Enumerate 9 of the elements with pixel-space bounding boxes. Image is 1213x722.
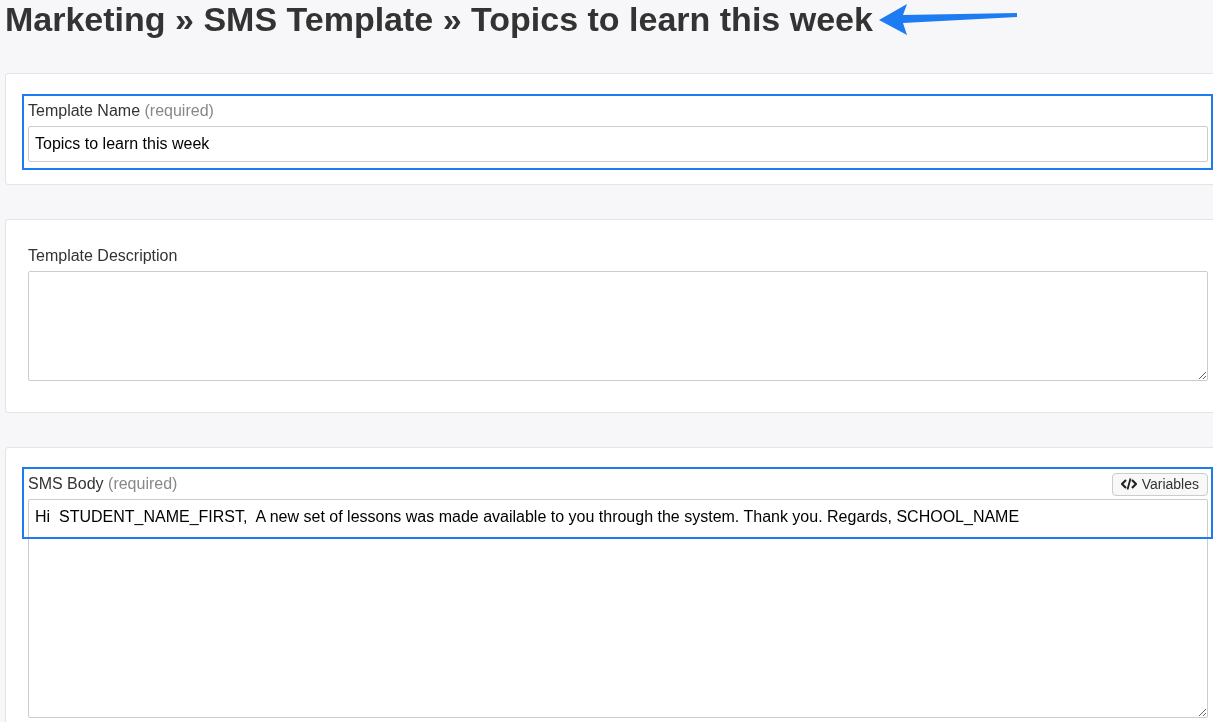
field-label: SMS Body (required) xyxy=(28,474,178,494)
field-label: Template Description xyxy=(28,246,178,266)
variables-button[interactable]: Variables xyxy=(1111,472,1208,496)
field-label: Template Name (required) xyxy=(28,101,214,121)
page-title: Marketing » SMS Template » Topics to learn this week xyxy=(5,0,873,38)
input-field[interactable]: Topics to learn this week xyxy=(28,126,1208,162)
code-icon xyxy=(1120,478,1137,490)
text-area[interactable]: Hi STUDENT_NAME_FIRST, A new set of lessons was made available to you through the system. Thank you. Regards, SCHOOL_NAME xyxy=(28,499,1208,718)
text-area[interactable] xyxy=(28,271,1208,381)
